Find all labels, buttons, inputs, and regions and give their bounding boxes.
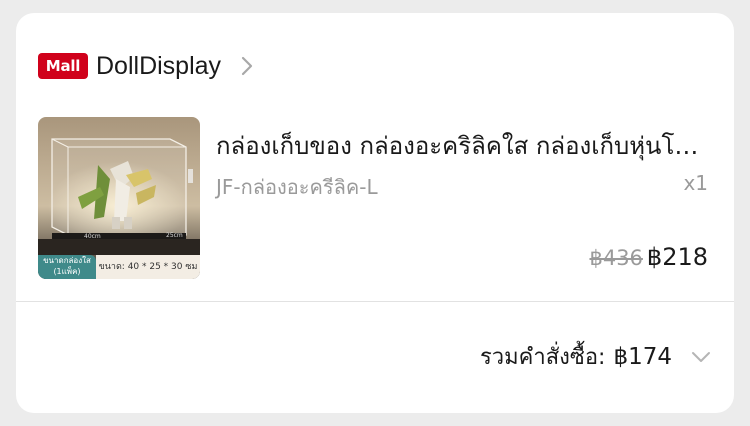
order-card: Mall DollDisplay 40cm 25cm ขนาดกล่องใส (… xyxy=(16,13,734,413)
product-variant: JF-กล่องอะครีลิค-L xyxy=(216,175,378,199)
product-title[interactable]: กล่องเก็บของ กล่องอะคริลิคใส กล่องเก็บหุ… xyxy=(216,126,712,165)
original-price: ฿436 xyxy=(589,246,643,270)
mall-badge: Mall xyxy=(38,53,88,79)
shop-name[interactable]: DollDisplay xyxy=(96,52,221,81)
order-total-value: ฿174 xyxy=(613,343,672,370)
chevron-right-icon[interactable] xyxy=(239,55,255,77)
order-total-label: รวมคำสั่งซื้อ: xyxy=(479,345,606,370)
shop-header[interactable]: Mall DollDisplay xyxy=(38,51,255,81)
product-thumbnail[interactable]: 40cm 25cm ขนาดกล่องใส (1แพ็ค) ขนาด: 40 *… xyxy=(38,117,200,279)
current-price: ฿218 xyxy=(646,243,708,271)
price-row: ฿436 ฿218 xyxy=(589,243,708,271)
order-total-row[interactable]: รวมคำสั่งซื้อ: ฿174 xyxy=(480,339,712,374)
image-caption-size: ขนาดกล่องใส (1แพ็ค) xyxy=(38,255,96,279)
chevron-down-icon[interactable] xyxy=(690,350,712,364)
svg-text:40cm: 40cm xyxy=(84,233,101,240)
divider xyxy=(16,301,734,302)
image-caption-dimensions: ขนาด: 40 * 25 * 30 ซม xyxy=(96,255,200,279)
product-quantity: x1 xyxy=(683,171,708,195)
svg-text:25cm: 25cm xyxy=(166,232,183,239)
